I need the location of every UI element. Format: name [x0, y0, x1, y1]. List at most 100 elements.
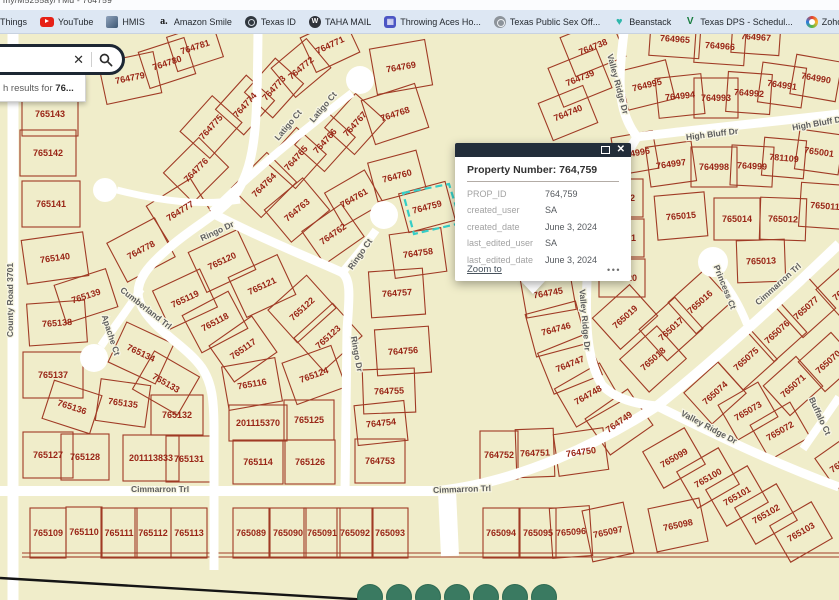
parcel-label[interactable]: 765094	[486, 528, 516, 538]
bookmark-item[interactable]: HMIS	[106, 16, 145, 28]
bookmark-label: Throwing Aces Ho...	[400, 17, 481, 27]
texas-dps-icon	[684, 16, 696, 28]
bookmark-label: Beanstack	[629, 17, 671, 27]
parcel-label[interactable]: 201113833	[129, 453, 173, 463]
parcel-label[interactable]: 765131	[174, 454, 204, 464]
field-label: created_date	[467, 222, 545, 232]
browser-top-strip: my/M5255ay/YMd - 764759	[0, 0, 839, 10]
bookmark-item[interactable]: Zoho One	[806, 16, 839, 28]
parcel-label[interactable]: 765092	[340, 528, 370, 538]
feature-popup: ✕ Property Number: 764,759 PROP_ID 764,7…	[455, 143, 631, 281]
parcel-label[interactable]: 764753	[365, 456, 395, 466]
search-icon[interactable]	[99, 53, 113, 67]
url-fragment-text: my/M5255ay/YMd - 764759	[3, 0, 112, 5]
parcel-label[interactable]: 764998	[699, 162, 729, 172]
bookmark-item[interactable]: Texas ID	[245, 16, 296, 28]
popup-body: Property Number: 764,759 PROP_ID 764,759…	[455, 157, 631, 265]
bookmark-item[interactable]: Texas DPS - Schedul...	[684, 16, 793, 28]
field-row: created_user SA	[467, 205, 619, 215]
youtube-icon	[40, 17, 54, 27]
parcel-label[interactable]: 765127	[33, 450, 63, 460]
parcel-label[interactable]: 765126	[295, 457, 325, 467]
parcel-label[interactable]: 765138	[42, 317, 73, 329]
parcel-label[interactable]: 765093	[375, 528, 405, 538]
bookmark-item[interactable]: Throwing Aces Ho...	[384, 16, 481, 28]
parcel-label[interactable]: 765110	[69, 527, 99, 537]
zoom-to-link[interactable]: Zoom to	[467, 264, 502, 275]
bookmark-label: Texas Public Sex Off...	[510, 17, 600, 27]
bookmark-item[interactable]: Texas Public Sex Off...	[494, 16, 600, 28]
bookmark-label: Texas DPS - Schedul...	[700, 17, 793, 27]
bookmark-item[interactable]: Beanstack	[613, 16, 671, 28]
gis-map[interactable]: Latigo CtLatigo CtRingo DrRingo CtRingo …	[0, 0, 839, 600]
field-row: last_edited_user SA	[467, 238, 619, 248]
parcel-label[interactable]: 765125	[294, 415, 324, 425]
road-stub	[447, 491, 450, 556]
parcel-label[interactable]: 765128	[70, 452, 100, 462]
parcel-label[interactable]: 765111	[104, 528, 133, 538]
amazon-smile-icon	[158, 16, 170, 28]
parcel-label[interactable]: 765096	[556, 526, 587, 538]
bookmark-label: Texas ID	[261, 17, 296, 27]
bookmark-item[interactable]: Amazon Smile	[158, 16, 232, 28]
bookmarks-bar: Things YouTube HMIS Amazon Smile Texas ID TAH…	[0, 10, 839, 34]
parcel-label[interactable]: 765113	[174, 528, 204, 538]
parcel-label[interactable]: 764993	[701, 93, 731, 103]
bookmark-item[interactable]: YouTube	[40, 17, 93, 27]
bookmark-item[interactable]: TAHA MAIL	[309, 16, 371, 28]
field-value: SA	[545, 238, 557, 248]
bookmark-label: YouTube	[58, 17, 93, 27]
parcel-label[interactable]: 765014	[722, 214, 752, 224]
parcel-label[interactable]: 765112	[138, 528, 168, 538]
parcel-label[interactable]: 764751	[520, 447, 550, 458]
close-icon[interactable]: ✕	[617, 145, 625, 155]
search-divider	[91, 52, 92, 67]
bookmark-label: TAHA MAIL	[325, 17, 371, 27]
parcel-label[interactable]: 765137	[38, 370, 68, 380]
parcel-label[interactable]: 764755	[374, 385, 404, 396]
more-options-icon[interactable]: •••	[607, 265, 621, 275]
field-row: created_date June 3, 2024	[467, 222, 619, 232]
parcel-label[interactable]: 201115370	[236, 418, 280, 428]
parcel-label[interactable]: 765114	[243, 457, 273, 467]
parcel-label[interactable]: 764966	[705, 40, 736, 52]
bookmark-label: HMIS	[122, 17, 145, 27]
map-canvas[interactable]: Latigo CtLatigo CtRingo DrRingo CtRingo …	[0, 0, 839, 600]
search-input[interactable]: ✕	[0, 44, 125, 75]
parcel-label[interactable]: 764757	[382, 287, 413, 299]
parcel-label[interactable]: 765090	[273, 528, 303, 538]
parcel-label[interactable]: 765012	[768, 213, 798, 224]
parcel-label[interactable]: 764965	[660, 33, 691, 45]
parcel-label[interactable]: 764992	[734, 87, 765, 99]
hmis-icon	[106, 16, 118, 28]
parcel-label[interactable]: 765089	[236, 528, 266, 538]
taha-mail-icon	[309, 16, 321, 28]
apache-ct-culdesac	[80, 344, 108, 372]
parcel-label[interactable]: 764999	[737, 160, 768, 172]
dock-icon[interactable]	[601, 146, 610, 154]
popup-title: Property Number: 764,759	[467, 164, 619, 182]
browser-window: Latigo CtLatigo CtRingo DrRingo CtRingo …	[0, 0, 839, 600]
field-value: 764,759	[545, 189, 578, 199]
parcel-label[interactable]: 765109	[33, 528, 63, 538]
zoho-one-icon	[806, 16, 818, 28]
popup-titlebar: ✕	[455, 143, 631, 157]
parcel-label[interactable]: 765013	[746, 255, 776, 266]
parcel-label[interactable]: 764756	[388, 345, 419, 357]
parcel-label[interactable]: 764752	[484, 450, 514, 460]
throwing-aces-icon	[384, 16, 396, 28]
street-label: Cimmarron Trl	[433, 483, 491, 495]
clear-search-icon[interactable]: ✕	[73, 53, 84, 66]
parcel-label[interactable]: 765142	[33, 148, 63, 158]
bookmark-label: Zoho One	[822, 17, 839, 27]
popup-tail	[520, 280, 546, 294]
search-results-dropdown[interactable]: h results for 76...	[0, 74, 86, 102]
bookmark-item[interactable]: Things	[0, 16, 27, 28]
parcel-label[interactable]: 765141	[36, 199, 66, 209]
field-row: last_edited_date June 3, 2024	[467, 255, 619, 265]
parcel-label[interactable]: 765132	[162, 410, 192, 420]
parcel-label[interactable]: 765095	[523, 528, 553, 538]
parcel-label[interactable]: 765143	[35, 109, 65, 119]
parcel-label[interactable]: 765011	[810, 200, 839, 212]
parcel-label[interactable]: 765091	[307, 528, 337, 538]
